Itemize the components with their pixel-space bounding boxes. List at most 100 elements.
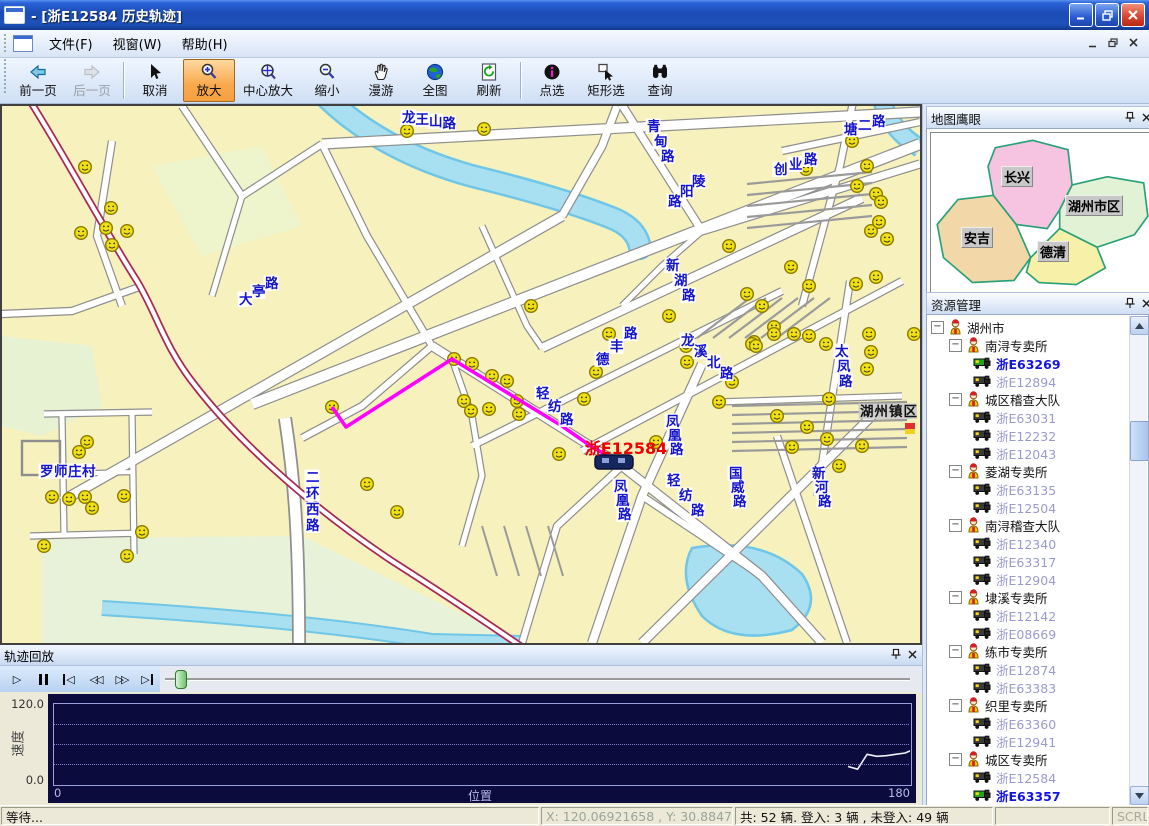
close-icon[interactable] <box>908 648 918 663</box>
poi-marker[interactable] <box>513 408 526 421</box>
map-view[interactable]: 龙王山路青甸路陵阳路创业路塘二路新湖路德丰路龙溪北路轻纺路轻纺路凤凰路凤凰路国威… <box>0 104 922 645</box>
poi-marker[interactable] <box>106 239 119 252</box>
poi-marker[interactable] <box>850 278 863 291</box>
close-icon[interactable] <box>1142 297 1149 312</box>
pin-icon[interactable] <box>890 648 902 663</box>
poi-marker[interactable] <box>821 433 834 446</box>
poi-marker[interactable] <box>750 340 763 353</box>
collapse-icon[interactable]: − <box>931 321 944 334</box>
tree-node-vehicle[interactable]: 浙E63135 <box>929 480 1132 498</box>
play-button[interactable]: ▷ <box>4 668 30 691</box>
tree-node-vehicle[interactable]: 浙E12584 <box>929 768 1132 786</box>
tree-node-vehicle[interactable]: 浙E12232 <box>929 426 1132 444</box>
tree-scrollbar[interactable] <box>1129 316 1147 805</box>
poi-marker[interactable] <box>875 196 888 209</box>
poi-marker[interactable] <box>870 271 883 284</box>
poi-marker[interactable] <box>803 330 816 343</box>
poi-marker[interactable] <box>768 328 781 341</box>
collapse-icon[interactable]: − <box>949 393 962 406</box>
pause-button[interactable] <box>30 668 56 691</box>
toolbar-button-pan-hand[interactable]: 漫游 <box>355 59 407 102</box>
collapse-icon[interactable]: − <box>949 339 962 352</box>
poi-marker[interactable] <box>771 410 784 423</box>
tree-node-vehicle[interactable]: 浙E63317 <box>929 552 1132 570</box>
poi-marker[interactable] <box>79 161 92 174</box>
mdi-restore-button[interactable] <box>1108 38 1119 49</box>
poi-marker[interactable] <box>713 396 726 409</box>
scrollbar-thumb[interactable] <box>1130 421 1149 461</box>
toolbar-button-arrow-left[interactable]: 前一页 <box>12 59 64 102</box>
toolbar-button-binoculars[interactable]: 查询 <box>634 59 686 102</box>
tree-node-group-6[interactable]: −织里专卖所 <box>929 696 1132 714</box>
tree-node-vehicle[interactable]: 浙E12874 <box>929 660 1132 678</box>
tree-node-group-4[interactable]: −埭溪专卖所 <box>929 588 1132 606</box>
playback-slider[interactable] <box>165 666 915 692</box>
poi-marker[interactable] <box>785 261 798 274</box>
toolbar-button-zoom-center[interactable]: 中心放大 <box>237 59 299 102</box>
poi-marker[interactable] <box>501 375 514 388</box>
pin-icon[interactable] <box>1124 111 1136 126</box>
poi-marker[interactable] <box>851 180 864 193</box>
poi-marker[interactable] <box>136 526 149 539</box>
collapse-icon[interactable]: − <box>949 645 962 658</box>
collapse-icon[interactable]: − <box>949 699 962 712</box>
document-icon[interactable] <box>13 35 33 52</box>
pin-icon[interactable] <box>1124 297 1136 312</box>
tree-node-group-5[interactable]: −练市专卖所 <box>929 642 1132 660</box>
poi-marker[interactable] <box>861 160 874 173</box>
toolbar-button-refresh[interactable]: 刷新 <box>463 59 515 102</box>
poi-marker[interactable] <box>553 448 566 461</box>
collapse-icon[interactable]: − <box>949 753 962 766</box>
map-canvas[interactable]: 龙王山路青甸路陵阳路创业路塘二路新湖路德丰路龙溪北路轻纺路轻纺路凤凰路凤凰路国威… <box>2 106 920 643</box>
scroll-down-button[interactable] <box>1130 786 1149 805</box>
poi-marker[interactable] <box>86 502 99 515</box>
menu-item-1[interactable]: 视窗(W) <box>103 30 172 57</box>
restore-button[interactable] <box>1095 3 1119 27</box>
tree-node-vehicle[interactable]: 浙E12504 <box>929 498 1132 516</box>
fast-forward-button[interactable]: ▷▷ <box>108 668 134 691</box>
mdi-close-button[interactable] <box>1129 38 1139 49</box>
poi-marker[interactable] <box>861 363 874 376</box>
menu-item-0[interactable]: 文件(F) <box>39 30 103 57</box>
tree-node-vehicle[interactable]: 浙E12043 <box>929 444 1132 462</box>
poi-marker[interactable] <box>483 403 496 416</box>
poi-marker[interactable] <box>46 491 59 504</box>
poi-marker[interactable] <box>873 216 886 229</box>
go-end-button[interactable]: ▷ <box>134 668 160 691</box>
poi-marker[interactable] <box>121 225 134 238</box>
toolbar-grip[interactable] <box>3 58 8 94</box>
rewind-button[interactable]: ◁◁ <box>82 668 108 691</box>
tree-node-group-2[interactable]: −菱湖专卖所 <box>929 462 1132 480</box>
poi-marker[interactable] <box>100 222 113 235</box>
poi-marker[interactable] <box>856 440 869 453</box>
poi-marker[interactable] <box>833 460 846 473</box>
toolbar-button-info[interactable]: 点选 <box>526 59 578 102</box>
poi-marker[interactable] <box>756 300 769 313</box>
collapse-icon[interactable]: − <box>949 591 962 604</box>
scroll-up-button[interactable] <box>1130 316 1149 335</box>
toolbar-button-rect-select[interactable]: 矩形选 <box>580 59 632 102</box>
poi-marker[interactable] <box>75 227 88 240</box>
slider-thumb[interactable] <box>175 670 187 689</box>
poi-marker[interactable] <box>73 446 86 459</box>
close-button[interactable] <box>1121 3 1145 27</box>
tree-node-vehicle[interactable]: 浙E12904 <box>929 570 1132 588</box>
collapse-icon[interactable]: − <box>949 465 962 478</box>
tree-node-vehicle[interactable]: 浙E12142 <box>929 606 1132 624</box>
poi-marker[interactable] <box>361 478 374 491</box>
tree-node-group-1[interactable]: −城区稽查大队 <box>929 390 1132 408</box>
tree-node-vehicle[interactable]: 浙E63383 <box>929 678 1132 696</box>
tree-node-vehicle[interactable]: 浙E12941 <box>929 732 1132 750</box>
tree-node-vehicle[interactable]: 浙E63269 <box>929 354 1132 372</box>
poi-marker[interactable] <box>478 123 491 136</box>
tree-node-vehicle[interactable]: 浙E63360 <box>929 714 1132 732</box>
poi-marker[interactable] <box>741 288 754 301</box>
poi-marker[interactable] <box>863 328 876 341</box>
tree-node-root[interactable]: −湖州市 <box>929 318 1132 336</box>
poi-marker[interactable] <box>118 490 131 503</box>
poi-marker[interactable] <box>801 421 814 434</box>
poi-marker[interactable] <box>820 338 833 351</box>
poi-marker[interactable] <box>38 540 51 553</box>
poi-marker[interactable] <box>121 550 134 563</box>
minimize-button[interactable] <box>1069 3 1093 27</box>
